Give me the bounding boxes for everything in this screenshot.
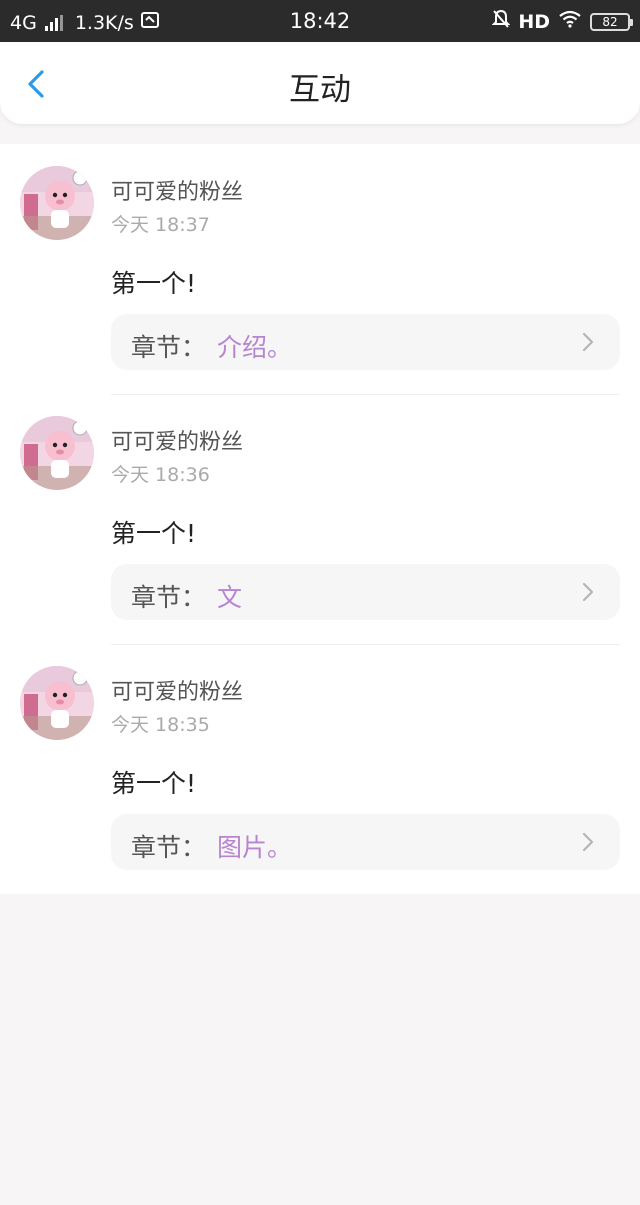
back-button[interactable] — [18, 64, 58, 104]
nav-bar: 互动 — [0, 42, 640, 124]
timestamp: 今天 18:37 — [111, 214, 210, 236]
chapter-name: 文 — [217, 583, 243, 612]
chapter-label: 章节： — [131, 333, 207, 362]
interaction-list: 可可爱的粉丝 今天 18:37 第一个! 章节： 介绍。 可可爱的粉丝 今天 1… — [0, 144, 640, 894]
mute-bell-icon — [491, 9, 511, 34]
battery-level: 82 — [602, 14, 618, 29]
timestamp: 今天 18:36 — [111, 464, 210, 486]
battery-icon: 82 — [590, 12, 633, 31]
username[interactable]: 可可爱的粉丝 — [111, 174, 243, 206]
status-bar: 4G 1.3K/s 18:42 HD 82 — [0, 0, 640, 42]
page-title: 互动 — [289, 72, 351, 108]
hd-indicator: HD — [518, 10, 550, 33]
avatar[interactable] — [20, 666, 94, 740]
chapter-name: 介绍。 — [217, 333, 293, 362]
list-item: 可可爱的粉丝 今天 18:36 第一个! 章节： 文 — [0, 394, 640, 644]
chapter-label: 章节： — [131, 833, 207, 862]
status-right: HD 82 — [491, 9, 633, 34]
comment-text: 第一个! — [111, 269, 197, 298]
wifi-icon — [558, 10, 582, 33]
avatar[interactable] — [20, 166, 94, 240]
comment-text: 第一个! — [111, 769, 197, 798]
chapter-link[interactable]: 章节： 文 — [111, 564, 620, 620]
username[interactable]: 可可爱的粉丝 — [111, 424, 243, 456]
chapter-link[interactable]: 章节： 介绍。 — [111, 314, 620, 370]
chapter-name: 图片。 — [217, 833, 293, 862]
avatar[interactable] — [20, 416, 94, 490]
chevron-right-icon — [582, 832, 594, 852]
chevron-left-icon — [28, 70, 44, 98]
username[interactable]: 可可爱的粉丝 — [111, 674, 243, 706]
chevron-right-icon — [582, 582, 594, 602]
list-item: 可可爱的粉丝 今天 18:37 第一个! 章节： 介绍。 — [0, 144, 640, 394]
comment-text: 第一个! — [111, 519, 197, 548]
list-item: 可可爱的粉丝 今天 18:35 第一个! 章节： 图片。 — [0, 644, 640, 894]
chevron-right-icon — [582, 332, 594, 352]
chapter-label: 章节： — [131, 583, 207, 612]
timestamp: 今天 18:35 — [111, 714, 210, 736]
chapter-link[interactable]: 章节： 图片。 — [111, 814, 620, 870]
